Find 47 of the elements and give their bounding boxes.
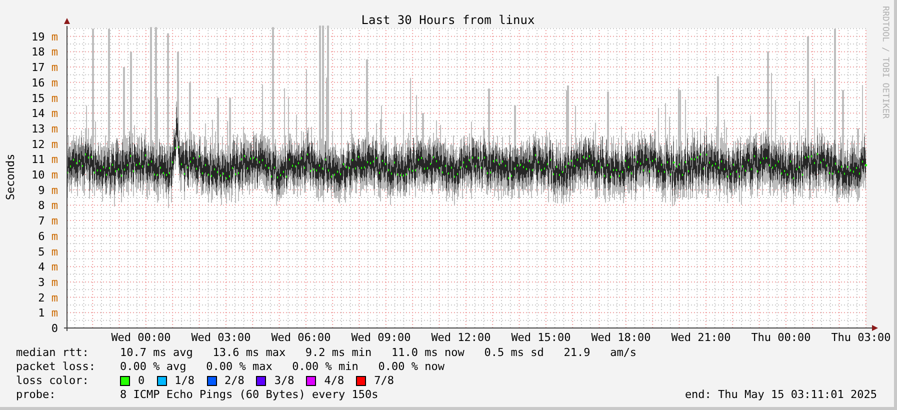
y-tick-label: 11 m [32, 153, 58, 166]
y-tick-label: 15 m [32, 92, 58, 105]
y-tick-label: 12 m [32, 138, 58, 151]
y-axis-label: Seconds [4, 154, 17, 200]
legend-label: probe: [16, 388, 57, 402]
x-tick-label: Thu 03:00 [831, 331, 891, 344]
y-tick-label: 16 m [32, 76, 58, 90]
y-tick-label: 14 m [32, 107, 58, 120]
y-tick-label: 18 m [32, 46, 58, 59]
y-tick-label: 7 m [38, 214, 58, 228]
legend-label: packet loss: [16, 360, 96, 374]
x-tick-label: Wed 18:00 [591, 331, 651, 344]
legend-label: median rtt: [16, 346, 90, 360]
x-tick-label: Wed 12:00 [431, 331, 491, 344]
y-tick-label: 2 m [38, 291, 58, 304]
loss-color-label: 7/8 [374, 374, 394, 388]
x-tick-label: Wed 03:00 [191, 331, 251, 344]
end-time: end: Thu May 15 03:11:01 2025 [684, 388, 877, 402]
median-rtt-stats: 10.7 ms avg 13.6 ms max 9.2 ms min 11.0 ms now 0.5 ms sd 21.9 am/s [120, 346, 637, 360]
x-tick-label: Wed 21:00 [671, 331, 731, 344]
x-tick-label: Wed 09:00 [351, 331, 411, 344]
probe-description: 8 ICMP Echo Pings (60 Bytes) every 150s [120, 388, 378, 402]
y-tick-label: 19 m [32, 30, 58, 44]
packet-loss-stats: 0.00 % avg 0.00 % max 0.00 % min 0.00 % now [120, 360, 445, 374]
y-tick-label: 3 m [38, 276, 58, 289]
loss-color-label: 4/8 [324, 374, 344, 388]
y-tick-label: 10 m [32, 168, 58, 182]
legend-label: loss color: [16, 374, 90, 388]
y-tick-label: 4 m [38, 260, 58, 274]
y-tick-label: 5 m [38, 245, 58, 258]
loss-color-label: 1/8 [174, 374, 194, 388]
y-tick-label: 17 m [32, 61, 58, 74]
credit-text: RRDTOOL / TOBI OETIKER [880, 6, 890, 119]
x-tick-label: Wed 06:00 [271, 331, 331, 344]
y-tick-label: 1 m [38, 306, 58, 320]
loss-color-label: 0 [138, 374, 145, 388]
loss-color-label: 2/8 [224, 374, 244, 388]
x-tick-label: Wed 00:00 [111, 331, 171, 344]
x-tick-label: Thu 00:00 [751, 331, 811, 344]
y-tick-label: 13 m [32, 122, 58, 136]
chart-title: Last 30 Hours from linux [361, 13, 535, 27]
y-tick-label: 6 m [38, 230, 58, 243]
y-tick-label: 0 [51, 322, 58, 335]
x-tick-label: Wed 15:00 [511, 331, 571, 344]
y-tick-label: 8 m [38, 199, 58, 212]
loss-color-label: 3/8 [274, 374, 294, 388]
y-tick-label: 9 m [38, 184, 58, 197]
